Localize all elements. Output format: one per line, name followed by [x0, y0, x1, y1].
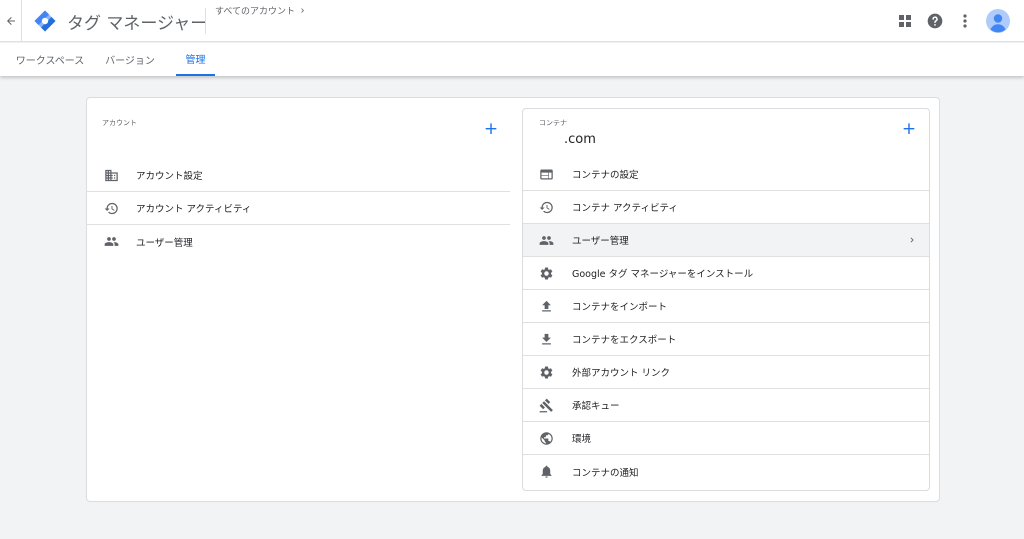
- chevron-right-icon: [301, 8, 305, 13]
- tab-admin[interactable]: 管理: [176, 43, 215, 76]
- account-activity-item[interactable]: アカウント アクティビティ: [87, 192, 510, 225]
- account-column: アカウント + アカウント設定 アカウント アクティビティ ユーザー管理: [87, 98, 515, 503]
- account-activity-label: アカウント アクティビティ: [136, 204, 252, 215]
- environments-label: 環境: [572, 434, 592, 445]
- breadcrumb[interactable]: すべてのアカウント: [215, 4, 307, 17]
- container-settings-label: コンテナの設定: [572, 170, 639, 181]
- container-settings-item[interactable]: コンテナの設定: [523, 158, 929, 191]
- container-section-label: コンテナ: [539, 119, 567, 127]
- container-notifications-label: コンテナの通知: [572, 467, 639, 479]
- building-icon: [103, 167, 119, 183]
- back-button[interactable]: [0, 0, 22, 42]
- admin-card: アカウント + アカウント設定 アカウント アクティビティ ユーザー管理 コンテ…: [86, 97, 940, 502]
- account-user-management-item[interactable]: ユーザー管理: [87, 225, 510, 258]
- back-arrow-icon: [6, 17, 15, 25]
- tab-versions[interactable]: バージョン: [102, 43, 158, 76]
- install-gtm-item[interactable]: Google タグ マネージャーをインストール: [523, 257, 929, 290]
- globe-icon: [538, 430, 554, 446]
- account-user-management-label: ユーザー管理: [136, 237, 193, 249]
- help-icon[interactable]: [926, 12, 944, 30]
- container-activity-item[interactable]: コンテナ アクティビティ: [523, 191, 929, 224]
- top-actions: [896, 9, 1010, 33]
- web-icon: [538, 166, 554, 182]
- chevron-right-icon: [907, 235, 917, 245]
- top-app-bar: タグ マネージャー すべてのアカウント: [0, 0, 1024, 42]
- more-vert-icon[interactable]: [956, 12, 974, 30]
- history-icon: [103, 200, 119, 216]
- breadcrumb-label: すべてのアカウント: [215, 7, 296, 17]
- container-name-suffix: .com: [564, 132, 596, 147]
- external-account-links-item[interactable]: 外部アカウント リンク: [523, 356, 929, 389]
- account-section-label: アカウント: [102, 119, 137, 127]
- history-icon: [538, 199, 554, 215]
- container-column: コンテナ .com + コンテナの設定 コンテナ アクティビティ ユーザー管理: [522, 108, 930, 491]
- account-settings-item[interactable]: アカウント設定: [87, 159, 510, 192]
- people-icon: [538, 232, 554, 248]
- export-container-item[interactable]: コンテナをエクスポート: [523, 323, 929, 356]
- gear-icon: [538, 265, 554, 281]
- download-icon: [538, 331, 554, 347]
- container-user-management-label: ユーザー管理: [572, 236, 629, 247]
- app-title: タグ マネージャー: [67, 14, 208, 34]
- people-icon: [103, 234, 119, 250]
- approval-queue-item[interactable]: 承認キュー: [523, 389, 929, 422]
- install-gtm-label: Google タグ マネージャーをインストール: [572, 269, 754, 280]
- container-user-management-item[interactable]: ユーザー管理: [523, 224, 929, 257]
- add-container-button[interactable]: +: [901, 121, 917, 138]
- export-container-label: コンテナをエクスポート: [572, 335, 677, 346]
- import-container-label: コンテナをインポート: [572, 302, 668, 313]
- tab-bar: ワークスペース バージョン 管理: [0, 43, 1024, 76]
- upload-icon: [538, 298, 554, 314]
- add-account-button[interactable]: +: [483, 121, 499, 138]
- redacted-name: [538, 132, 564, 144]
- environments-item[interactable]: 環境: [523, 422, 929, 455]
- apps-grid-icon[interactable]: [896, 12, 914, 30]
- account-settings-label: アカウント設定: [136, 171, 203, 182]
- gear-icon: [538, 364, 554, 380]
- approval-queue-label: 承認キュー: [572, 401, 620, 412]
- container-activity-label: コンテナ アクティビティ: [572, 203, 678, 214]
- container-name[interactable]: .com: [538, 132, 596, 147]
- header-divider: [205, 8, 206, 34]
- avatar[interactable]: [986, 9, 1010, 33]
- import-container-item[interactable]: コンテナをインポート: [523, 290, 929, 323]
- external-account-links-label: 外部アカウント リンク: [572, 368, 671, 379]
- bell-icon: [538, 464, 554, 480]
- container-notifications-item[interactable]: コンテナの通知: [523, 455, 929, 488]
- gavel-icon: [538, 397, 554, 413]
- tab-workspace[interactable]: ワークスペース: [14, 43, 86, 76]
- gtm-logo[interactable]: [33, 9, 57, 33]
